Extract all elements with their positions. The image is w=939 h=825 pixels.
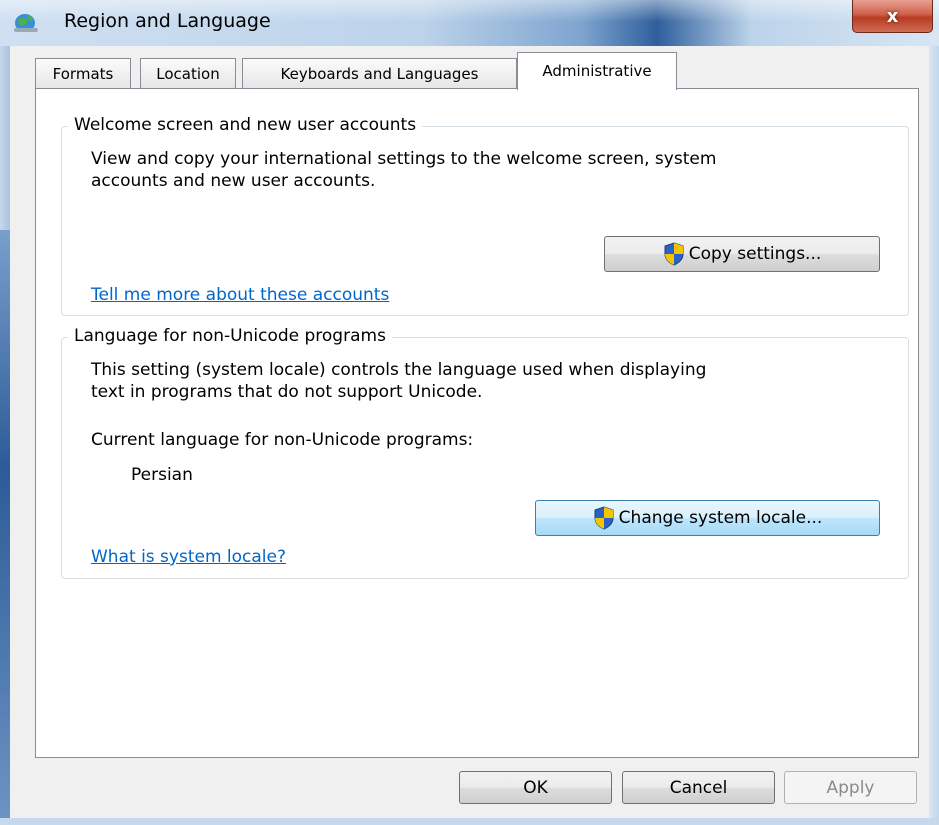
tab-formats[interactable]: Formats	[35, 58, 131, 88]
change-system-locale-label: Change system locale...	[618, 508, 823, 528]
tab-administrative[interactable]: Administrative	[517, 52, 677, 90]
non-unicode-language-group: Language for non-Unicode programs This s…	[61, 326, 909, 579]
close-button[interactable]: x	[852, 0, 933, 33]
globe-icon	[14, 14, 38, 32]
copy-settings-button[interactable]: Copy settings...	[604, 236, 880, 272]
change-system-locale-button[interactable]: Change system locale...	[535, 500, 880, 536]
apply-button[interactable]: Apply	[784, 771, 917, 804]
current-language-label: Current language for non-Unicode program…	[91, 430, 474, 450]
copy-settings-label: Copy settings...	[688, 244, 822, 264]
close-icon: x	[886, 5, 899, 27]
administrative-panel: Welcome screen and new user accounts Vie…	[35, 88, 919, 758]
uac-shield-icon	[664, 242, 684, 266]
tell-me-more-link[interactable]: Tell me more about these accounts	[91, 285, 389, 305]
welcome-group-legend: Welcome screen and new user accounts	[68, 115, 423, 135]
tab-location[interactable]: Location	[140, 58, 236, 88]
cancel-button[interactable]: Cancel	[622, 771, 775, 804]
locale-description-line1: This setting (system locale) controls th…	[91, 360, 707, 380]
title-bar[interactable]: Region and Language x	[0, 0, 939, 46]
ok-button[interactable]: OK	[459, 771, 612, 804]
uac-shield-icon	[594, 506, 614, 530]
locale-description-line2: text in programs that do not support Uni…	[91, 382, 483, 402]
welcome-description-line2: accounts and new user accounts.	[91, 171, 376, 191]
welcome-description-line1: View and copy your international setting…	[91, 149, 717, 169]
what-is-system-locale-link[interactable]: What is system locale?	[91, 547, 286, 567]
non-unicode-group-legend: Language for non-Unicode programs	[68, 326, 392, 346]
window-frame-right	[929, 46, 939, 825]
tab-keyboards-and-languages[interactable]: Keyboards and Languages	[242, 58, 517, 88]
welcome-screen-group: Welcome screen and new user accounts Vie…	[61, 115, 909, 316]
window-frame-accent	[0, 230, 10, 825]
window-frame-bottom	[0, 818, 939, 825]
window-title: Region and Language	[64, 10, 271, 32]
current-language-value: Persian	[131, 465, 193, 485]
